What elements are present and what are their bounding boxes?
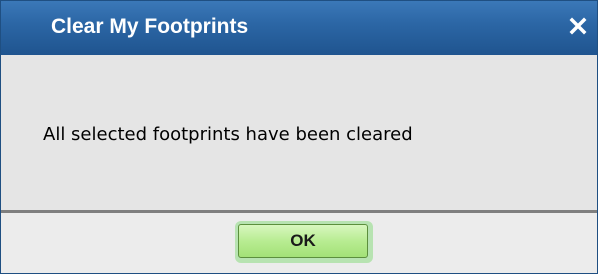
close-icon[interactable]	[565, 13, 591, 39]
dialog-body: All selected footprints have been cleare…	[1, 55, 597, 210]
close-icon-glyph	[569, 17, 587, 35]
ok-button-focus-glow: OK	[235, 221, 373, 263]
clear-footprints-dialog: Clear My Footprints All selected footpri…	[0, 0, 598, 274]
dialog-message: All selected footprints have been cleare…	[43, 124, 413, 145]
ok-button[interactable]: OK	[238, 224, 368, 258]
dialog-title: Clear My Footprints	[51, 15, 249, 38]
dialog-titlebar: Clear My Footprints	[1, 1, 597, 55]
dialog-footer: OK	[1, 213, 597, 273]
